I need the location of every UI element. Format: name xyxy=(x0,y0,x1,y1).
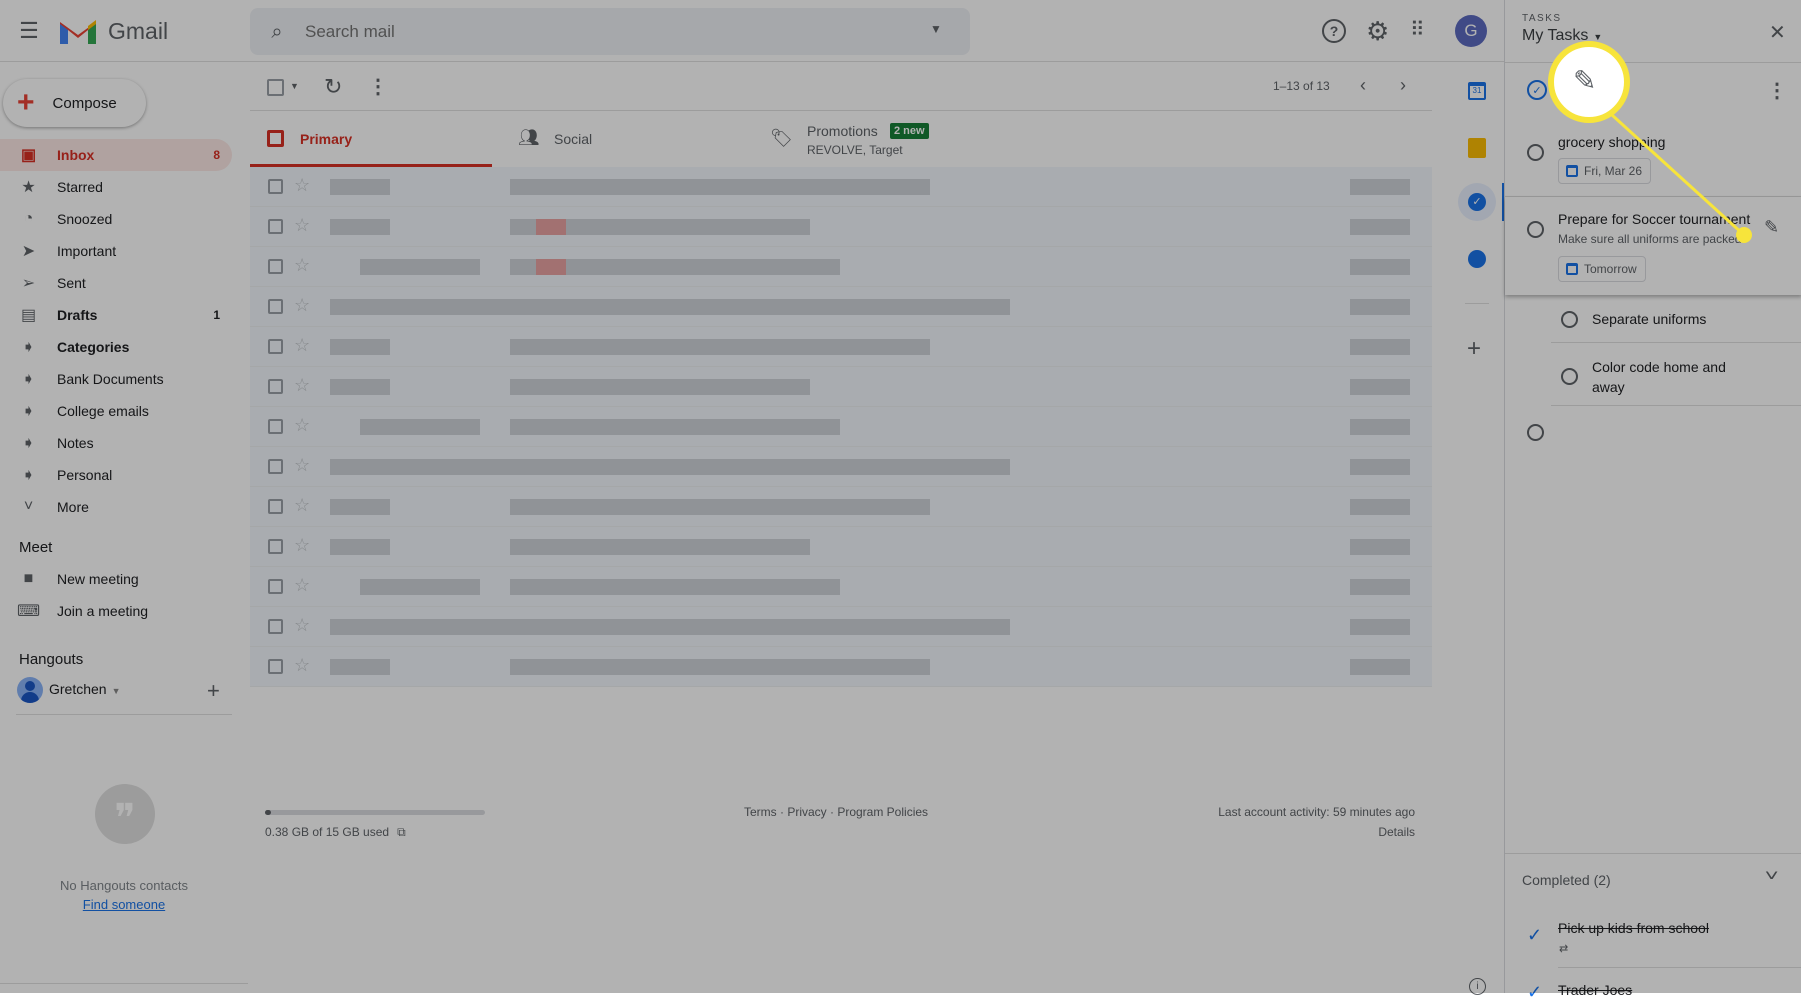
callout-dot xyxy=(1736,227,1752,243)
callout-line xyxy=(1610,113,1746,237)
highlight-callout xyxy=(1548,41,1752,243)
edit-pencil-icon-magnified: ✎ xyxy=(1573,65,1597,96)
